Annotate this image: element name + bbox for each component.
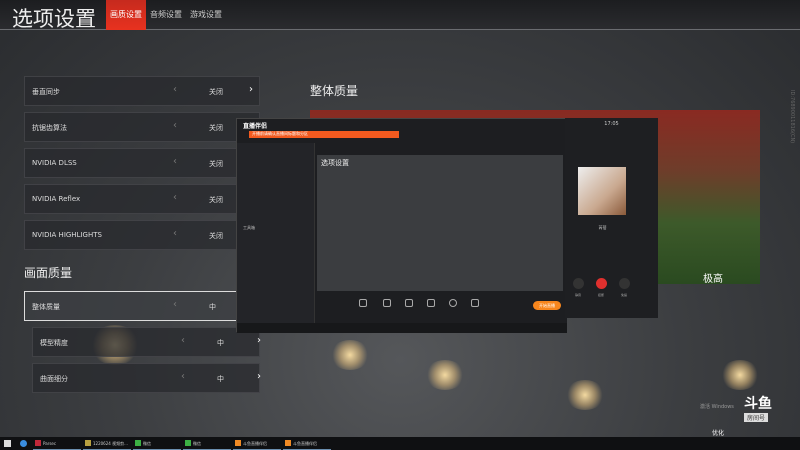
- tab-audio[interactable]: 音频设置: [146, 0, 186, 30]
- start-live-button[interactable]: 开始直播: [533, 301, 561, 310]
- setting-value: 中: [209, 303, 216, 311]
- setting-row[interactable]: 抗锯齿算法 ‹ 关闭 ›: [24, 112, 260, 142]
- app-icon: [185, 440, 191, 446]
- window-icon[interactable]: [405, 299, 413, 307]
- taskbar-item-label: Parsec: [43, 441, 57, 446]
- setting-value: 中: [217, 375, 224, 383]
- setting-label: 模型精度: [40, 339, 68, 347]
- taskbar-item-label: 微信: [143, 441, 151, 446]
- setting-row[interactable]: 垂直同步 ‹ 关闭 ›: [24, 76, 260, 106]
- setting-row[interactable]: NVIDIA HIGHLIGHTS ‹ 关闭 ›: [24, 220, 260, 250]
- taskbar-item[interactable]: 斗鱼直播伴侣: [283, 437, 331, 450]
- camera-icon[interactable]: [383, 299, 391, 307]
- capture-icon[interactable]: [427, 299, 435, 307]
- setting-row[interactable]: NVIDIA Reflex ‹ 关闭 ›: [24, 184, 260, 214]
- windows-start-icon[interactable]: [4, 440, 11, 447]
- bokeh-light: [565, 380, 605, 410]
- status-bar: [237, 323, 567, 333]
- stream-app-logo: 直播伴侣: [243, 123, 268, 130]
- quality-row[interactable]: 模型精度 ‹ 中 ›: [32, 327, 261, 357]
- chevron-left-icon[interactable]: ‹: [181, 335, 185, 346]
- setting-label: NVIDIA Reflex: [32, 195, 81, 203]
- speaker-button[interactable]: [619, 278, 630, 289]
- setting-value: 关闭: [209, 88, 223, 96]
- setting-value: 中: [217, 339, 224, 347]
- mute-button[interactable]: [573, 278, 584, 289]
- header: 选项设置 画质设置 音频设置 游戏设置: [0, 0, 800, 31]
- app-icon: [35, 440, 41, 446]
- tab-graphics[interactable]: 画质设置: [106, 0, 146, 30]
- taskbar-item[interactable]: Parsec: [33, 437, 81, 450]
- setting-value: 关闭: [209, 232, 223, 240]
- setting-value: 关闭: [209, 196, 223, 204]
- app-icon: [285, 440, 291, 446]
- speaker-icon[interactable]: [471, 299, 479, 307]
- taskbar-item[interactable]: 1220624 视频剪...: [83, 437, 131, 450]
- caller-name: 芮蓓: [598, 225, 607, 230]
- setting-row[interactable]: NVIDIA DLSS ‹ 关闭 ›: [24, 148, 260, 178]
- stream-app-sidebar: 工具箱: [237, 143, 315, 323]
- setting-value: 关闭: [209, 160, 223, 168]
- bokeh-light: [330, 340, 370, 370]
- preview-heading: 整体质量: [310, 84, 359, 98]
- tab-game[interactable]: 游戏设置: [186, 0, 226, 30]
- chevron-left-icon[interactable]: ‹: [173, 156, 177, 167]
- browser-icon[interactable]: [20, 440, 27, 447]
- app-icon: [85, 440, 91, 446]
- setting-value: 关闭: [209, 124, 223, 132]
- taskbar-item[interactable]: 微信: [133, 437, 181, 450]
- chevron-left-icon[interactable]: ‹: [173, 228, 177, 239]
- version-label: ID:76890011816(CN): [789, 90, 795, 144]
- notice-banner[interactable]: 开播前请确认直播间标题和分区: [249, 131, 399, 138]
- bokeh-light: [425, 360, 465, 390]
- bokeh-light: [720, 360, 760, 390]
- setting-label: 抗锯齿算法: [32, 124, 67, 132]
- chevron-right-icon[interactable]: ›: [257, 335, 261, 346]
- taskbar-item[interactable]: 微信: [183, 437, 231, 450]
- quality-row[interactable]: 曲面细分 ‹ 中 ›: [32, 363, 261, 393]
- setting-label: 曲面细分: [40, 375, 68, 383]
- preview-label: 极高: [703, 274, 723, 285]
- chevron-right-icon[interactable]: ›: [257, 371, 261, 382]
- taskbar: Parsec 1220624 视频剪... 微信 微信 斗鱼直播伴侣 斗鱼直播伴侣: [0, 437, 800, 450]
- toolbox-label: 工具箱: [243, 225, 255, 230]
- mute-label: 静音: [575, 293, 582, 297]
- stream-preview: 选项设置: [317, 155, 563, 291]
- douyu-logo: 斗鱼: [744, 396, 772, 412]
- setting-label: 垂直同步: [32, 88, 60, 96]
- taskbar-item-label: 斗鱼直播伴侣: [243, 441, 267, 446]
- avatar: [578, 167, 626, 215]
- stream-controls: 开始直播: [315, 291, 567, 323]
- chevron-left-icon[interactable]: ‹: [173, 299, 177, 310]
- hangup-label: 挂断: [598, 293, 605, 297]
- chevron-left-icon[interactable]: ‹: [173, 192, 177, 203]
- speaker-label: 免提: [621, 293, 628, 297]
- setting-label: 整体质量: [32, 303, 60, 311]
- preview-inner-title: 选项设置: [321, 159, 349, 167]
- microphone-icon[interactable]: [449, 299, 457, 307]
- chevron-left-icon[interactable]: ‹: [181, 371, 185, 382]
- call-window: 17:05 芮蓓 静音 挂断 免提: [565, 118, 658, 318]
- app-icon: [135, 440, 141, 446]
- app-icon: [235, 440, 241, 446]
- optimize-label[interactable]: 优化: [712, 428, 724, 437]
- chevron-right-icon[interactable]: ›: [249, 84, 253, 95]
- taskbar-item-label: 微信: [193, 441, 201, 446]
- chevron-left-icon[interactable]: ‹: [173, 84, 177, 95]
- quality-heading: 画面质量: [24, 266, 73, 280]
- call-time: 17:05: [604, 121, 619, 127]
- stream-app-window: 直播伴侣 开播前请确认直播间标题和分区 工具箱 选项设置 开始直播: [236, 118, 567, 333]
- page-title: 选项设置: [12, 7, 96, 31]
- activate-windows-text: 激活 Windows: [700, 404, 734, 410]
- taskbar-item-label: 斗鱼直播伴侣: [293, 441, 317, 446]
- room-number-label: 房间号: [744, 413, 769, 422]
- quality-row[interactable]: 整体质量 ‹ 中 ›: [24, 291, 260, 321]
- setting-label: NVIDIA DLSS: [32, 159, 77, 167]
- taskbar-item[interactable]: 斗鱼直播伴侣: [233, 437, 281, 450]
- taskbar-item-label: 1220624 视频剪...: [93, 441, 128, 446]
- hangup-button[interactable]: [596, 278, 607, 289]
- setting-label: NVIDIA HIGHLIGHTS: [32, 231, 102, 239]
- scene-icon[interactable]: [359, 299, 367, 307]
- chevron-left-icon[interactable]: ‹: [173, 120, 177, 131]
